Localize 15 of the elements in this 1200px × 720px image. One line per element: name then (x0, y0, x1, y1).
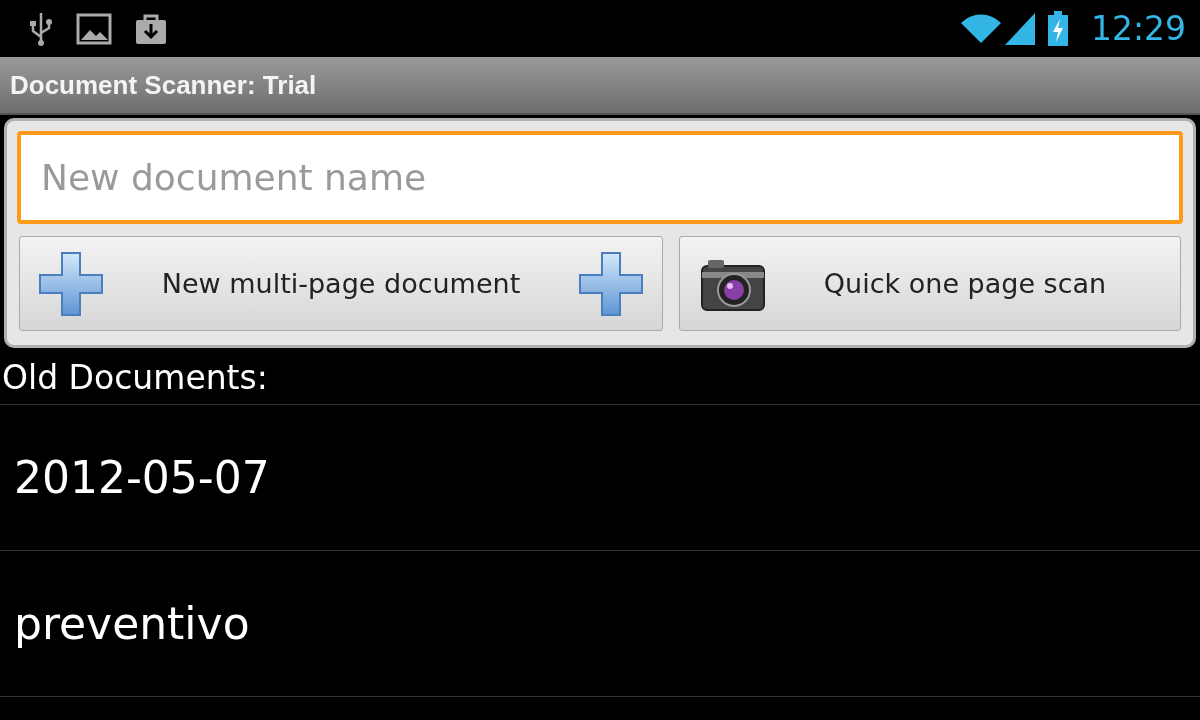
clock-time: 12:29 (1090, 9, 1186, 48)
battery-icon (1046, 10, 1069, 47)
app-title: Document Scanner: Trial (10, 69, 317, 101)
document-item[interactable]: preventivo (14, 598, 250, 649)
usb-icon (28, 10, 54, 47)
wifi-icon (960, 13, 1001, 44)
signal-icon (1004, 12, 1035, 45)
document-name-field[interactable]: New document name (17, 131, 1183, 224)
quick-scan-button[interactable]: Quick one page scan (679, 236, 1181, 331)
plus-icon (578, 250, 644, 317)
document-item[interactable]: 2012-05-07 (14, 452, 270, 503)
plus-icon (38, 250, 104, 317)
image-icon (76, 12, 112, 45)
new-document-button[interactable]: New multi-page document (19, 236, 663, 331)
section-label: Old Documents: (1, 358, 268, 397)
